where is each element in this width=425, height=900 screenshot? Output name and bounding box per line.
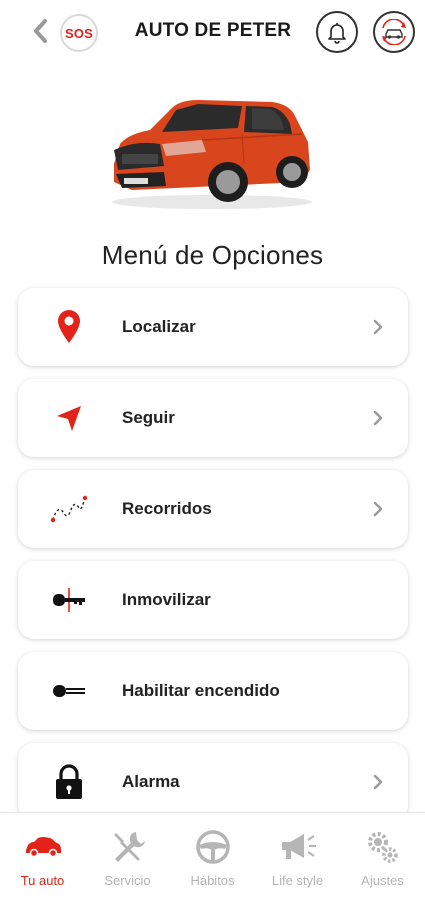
tab-label: Hábitos <box>190 873 235 888</box>
tab-habitos[interactable]: Hábitos <box>170 827 255 897</box>
option-label: Habilitar encendido <box>122 681 280 700</box>
back-button[interactable] <box>28 16 54 46</box>
car-image <box>112 100 312 209</box>
tab-label: Servicio <box>104 873 151 888</box>
tab-ajustes[interactable]: Ajustes <box>340 827 425 897</box>
bottom-tab-bar: Tu auto Servicio Hábitos Life style Ajus… <box>0 812 425 900</box>
steering-wheel-icon <box>195 830 230 864</box>
tab-tu-auto[interactable]: Tu auto <box>0 827 85 897</box>
gears-icon <box>367 832 398 863</box>
option-label: Localizar <box>122 317 196 336</box>
option-seguir[interactable]: Seguir <box>18 379 408 457</box>
option-label: Alarma <box>122 772 180 791</box>
chevron-right-icon <box>373 774 383 790</box>
chevron-right-icon <box>373 410 383 426</box>
key-immobilize-icon <box>53 588 85 612</box>
navigation-arrow-icon <box>57 406 81 431</box>
option-inmovilizar[interactable]: Inmovilizar <box>18 561 408 639</box>
tab-servicio[interactable]: Servicio <box>85 827 170 897</box>
menu-title: Menú de Opciones <box>101 240 324 270</box>
car-switch-icon <box>382 19 406 45</box>
option-label: Seguir <box>122 408 175 427</box>
page-title: AUTO DE PETER <box>134 20 292 41</box>
route-icon <box>50 495 88 523</box>
chevron-right-icon <box>373 319 383 335</box>
lock-icon <box>56 764 82 799</box>
sos-button[interactable]: SOS <box>60 14 98 52</box>
option-alarma[interactable]: Alarma <box>18 743 408 821</box>
option-label: Inmovilizar <box>122 590 211 609</box>
bell-icon <box>328 23 346 44</box>
option-habilitar-encendido[interactable]: Habilitar encendido <box>18 652 408 730</box>
sos-label: SOS <box>64 25 94 41</box>
megaphone-icon <box>281 834 316 859</box>
option-localizar[interactable]: Localizar <box>18 288 408 366</box>
tools-icon <box>113 832 145 862</box>
chevron-right-icon <box>373 501 383 517</box>
tab-life-style[interactable]: Life style <box>255 827 340 897</box>
notifications-button[interactable] <box>316 11 358 53</box>
app-header: SOS AUTO DE PETER <box>0 0 425 66</box>
location-pin-icon <box>58 310 80 343</box>
switch-car-button[interactable] <box>373 11 415 53</box>
key-icon <box>53 685 85 697</box>
tab-label: Life style <box>271 873 324 888</box>
options-list: Localizar Seguir Recorridos Inmovilizar … <box>18 288 408 834</box>
option-recorridos[interactable]: Recorridos <box>18 470 408 548</box>
chevron-left-icon <box>34 19 47 43</box>
tab-label: Ajustes <box>361 873 404 888</box>
tab-label: Tu auto <box>20 873 65 888</box>
car-icon <box>25 837 61 858</box>
option-label: Recorridos <box>122 499 212 518</box>
